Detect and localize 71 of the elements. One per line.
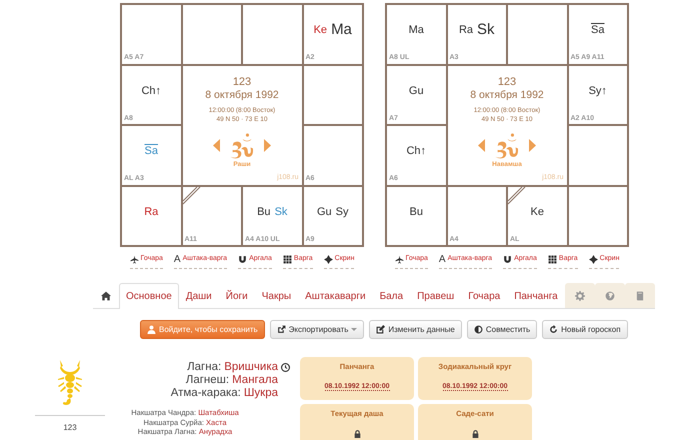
fact-value: Шукра — [244, 387, 278, 400]
edit-icon — [376, 325, 386, 334]
planet-label: Sa — [591, 23, 604, 38]
planet-label: Sy — [336, 204, 349, 220]
settings-tab[interactable] — [564, 283, 595, 308]
letter-icon: A — [438, 252, 446, 267]
planet-label: Ch↑ — [141, 84, 162, 98]
tab[interactable]: Панчанга — [507, 283, 565, 308]
chart-title: 123 — [232, 76, 252, 88]
tab[interactable]: Йоги — [218, 283, 255, 308]
planet-label: Sk — [274, 204, 288, 220]
planet-label: Gu — [316, 204, 332, 220]
letter-icon: A — [174, 252, 181, 267]
refresh-icon — [549, 325, 558, 334]
toolbar-button[interactable]: Изменить данные — [369, 320, 462, 339]
fact-label: Лагнеш: — [186, 374, 230, 387]
tab[interactable]: Бала — [372, 283, 410, 308]
planet-label: Bu — [257, 204, 271, 220]
user-icon — [147, 325, 156, 334]
tab[interactable]: Гочара — [461, 283, 508, 308]
book-icon — [634, 291, 645, 301]
toolbar-button[interactable]: Новый гороскоп — [542, 320, 628, 339]
plane-icon — [130, 255, 139, 264]
planet-label: Sy↑ — [588, 84, 607, 98]
planet-label: Ra — [144, 204, 158, 220]
tab[interactable]: Чакры — [254, 283, 298, 308]
planet-label: Ma — [331, 20, 352, 40]
next-chart-button[interactable] — [264, 139, 271, 152]
chart-title: 123 — [498, 76, 516, 88]
compass-icon — [588, 255, 598, 264]
lock-icon — [470, 428, 480, 439]
caret-icon — [351, 328, 358, 331]
planet-label: Bu — [410, 204, 423, 220]
magnet-icon — [238, 255, 248, 264]
clock-icon[interactable] — [281, 363, 290, 372]
profile-name: 123 — [35, 415, 105, 434]
tab[interactable]: Основное — [119, 283, 179, 309]
contrast-icon — [474, 325, 483, 334]
planet-label: Ma — [408, 23, 424, 38]
compass-icon — [324, 255, 333, 264]
fact-label: Лагна: — [187, 361, 222, 374]
tab[interactable]: Даши — [178, 283, 219, 308]
planet-label: Gu — [408, 84, 424, 98]
globe-icon — [604, 291, 615, 301]
export-icon — [276, 325, 286, 334]
lock-icon — [352, 428, 362, 439]
grid-icon — [548, 255, 557, 264]
planet-label: Ra — [458, 23, 474, 38]
settings-icon — [574, 291, 585, 301]
fact-label: Атма-карака: — [170, 387, 241, 400]
previous-chart-button[interactable] — [213, 139, 220, 152]
planet-label: Ch↑ — [406, 144, 426, 159]
home-icon — [101, 291, 111, 301]
magnet-icon — [503, 255, 512, 264]
book-tab[interactable] — [624, 283, 655, 308]
plane-icon — [394, 255, 404, 264]
toolbar-button[interactable]: Экспортировать — [270, 320, 364, 339]
tab[interactable]: Аштакаварги — [298, 283, 373, 308]
tab[interactable]: Правеш — [410, 283, 462, 308]
previous-chart-button[interactable] — [478, 139, 485, 152]
birth-date: 8 октября 1992 — [205, 88, 279, 102]
next-chart-button[interactable] — [529, 139, 536, 152]
planet-label: Sk — [477, 20, 495, 40]
grid-icon — [282, 255, 292, 264]
planet-label: Sa — [144, 144, 158, 159]
toolbar-button[interactable]: Совместить — [466, 320, 538, 339]
fact-value: Вришчика — [224, 361, 278, 374]
fact-value: Мангала — [232, 374, 278, 387]
planet-label: Ke — [530, 204, 544, 220]
planet-label: Ke — [314, 23, 328, 38]
birth-date: 8 октября 1992 — [470, 88, 544, 102]
